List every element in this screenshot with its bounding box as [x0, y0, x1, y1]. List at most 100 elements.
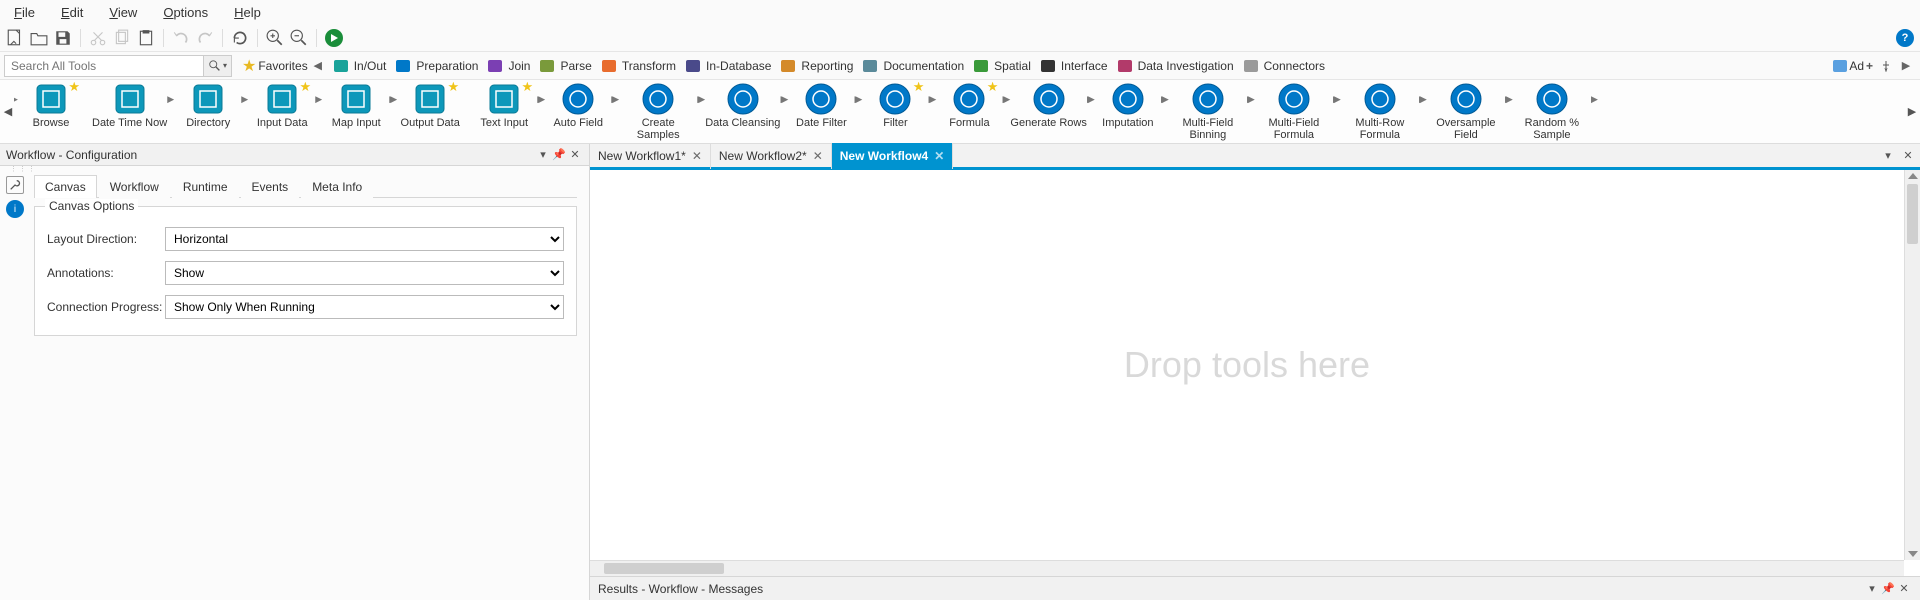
- category-connectors[interactable]: Connectors: [1244, 59, 1325, 73]
- menu-help[interactable]: Help: [234, 5, 261, 20]
- cat-next-icon[interactable]: ▶: [1899, 59, 1913, 72]
- results-close-icon[interactable]: ✕: [1896, 582, 1912, 595]
- horizontal-scrollbar[interactable]: [590, 560, 1904, 576]
- tool-multi-field-binning[interactable]: ▶▶Multi-Field Binning: [1165, 82, 1251, 141]
- category-transform[interactable]: Transform: [602, 59, 676, 73]
- search-button[interactable]: ▾: [204, 55, 232, 77]
- category-interface[interactable]: Interface: [1041, 59, 1108, 73]
- menu-view[interactable]: View: [109, 5, 137, 20]
- tool-create-samples[interactable]: ▶▶Create Samples: [615, 82, 701, 141]
- category-in-database[interactable]: In-Database: [686, 59, 771, 73]
- menu-options[interactable]: Options: [163, 5, 208, 20]
- save-icon[interactable]: [54, 29, 72, 47]
- document-tab-close-icon[interactable]: ✕: [813, 149, 823, 163]
- category-parse[interactable]: Parse: [540, 59, 591, 73]
- menu-bar: File Edit View Options Help: [0, 0, 1920, 24]
- document-tab-2[interactable]: New Workflow4✕: [832, 143, 954, 169]
- results-pin-icon[interactable]: 📌: [1880, 582, 1896, 595]
- tool-node-icon: [561, 82, 595, 116]
- config-tab-meta-info[interactable]: Meta Info: [301, 175, 373, 198]
- add-icon[interactable]: +: [1866, 59, 1878, 73]
- tool-directory[interactable]: ▶Directory: [171, 82, 245, 141]
- zoom-in-icon[interactable]: [266, 29, 284, 47]
- undo-icon[interactable]: [172, 29, 190, 47]
- tool-imputation[interactable]: ▶▶Imputation: [1091, 82, 1165, 141]
- tool-auto-field[interactable]: ▶▶Auto Field: [541, 82, 615, 141]
- document-tab-0[interactable]: New Workflow1*✕: [590, 143, 711, 169]
- document-tab-close-icon[interactable]: ✕: [934, 149, 944, 163]
- tool-label: Directory: [186, 117, 230, 129]
- tool-data-cleansing[interactable]: ▶▶Data Cleansing: [701, 82, 784, 141]
- input-anchor-icon: ▶: [1088, 94, 1095, 105]
- tool-date-time-now[interactable]: ▶Date Time Now: [88, 82, 171, 141]
- tool-generate-rows[interactable]: ▶▶Generate Rows: [1006, 82, 1090, 141]
- category-swatch: [863, 60, 877, 72]
- tool-filter[interactable]: ★▶▶Filter: [858, 82, 932, 141]
- palette-prev-icon[interactable]: ◀: [2, 105, 14, 118]
- tool-date-filter[interactable]: ▶▶Date Filter: [784, 82, 858, 141]
- copy-icon[interactable]: [113, 29, 131, 47]
- document-tab-1[interactable]: New Workflow2*✕: [711, 143, 832, 169]
- search-input[interactable]: [4, 55, 204, 77]
- layout-direction-select[interactable]: Horizontal: [165, 227, 564, 251]
- category-documentation[interactable]: Documentation: [863, 59, 964, 73]
- refresh-icon[interactable]: [231, 29, 249, 47]
- tool-map-input[interactable]: ▶Map Input: [319, 82, 393, 141]
- tabrow-dropdown-icon[interactable]: ▾: [1880, 149, 1896, 162]
- category-join[interactable]: Join: [488, 59, 530, 73]
- annotations-select[interactable]: Show: [165, 261, 564, 285]
- connection-progress-select[interactable]: Show Only When Running: [165, 295, 564, 319]
- results-panel-title: Results - Workflow - Messages: [598, 582, 763, 596]
- cut-icon[interactable]: [89, 29, 107, 47]
- results-dropdown-icon[interactable]: ▾: [1864, 582, 1880, 595]
- cat-prev-icon[interactable]: ◀: [311, 59, 325, 72]
- config-tab-events[interactable]: Events: [241, 175, 300, 198]
- favorites-star-icon: ★: [242, 56, 256, 76]
- document-tab-close-icon[interactable]: ✕: [692, 149, 702, 163]
- pin-icon[interactable]: [1880, 60, 1896, 72]
- tool-oversample-field[interactable]: ▶▶Oversample Field: [1423, 82, 1509, 141]
- tool-multi-row-formula[interactable]: ▶▶Multi-Row Formula: [1337, 82, 1423, 141]
- help-icon[interactable]: ?: [1896, 29, 1914, 47]
- new-icon[interactable]: [6, 29, 24, 47]
- wrench-icon[interactable]: [6, 176, 24, 194]
- palette-next-icon[interactable]: ▶: [1906, 105, 1918, 118]
- tool-node-icon: [1363, 82, 1397, 116]
- tool-random-sample[interactable]: ▶▶Random % Sample: [1509, 82, 1595, 141]
- info-icon[interactable]: i: [6, 200, 24, 218]
- paste-icon[interactable]: [137, 29, 155, 47]
- zoom-out-icon[interactable]: [290, 29, 308, 47]
- category-data-investigation[interactable]: Data Investigation: [1118, 59, 1234, 73]
- redo-icon[interactable]: [196, 29, 214, 47]
- add-category-label[interactable]: Ad: [1849, 59, 1864, 73]
- tool-node-icon: [191, 82, 225, 116]
- panel-pin-icon[interactable]: 📌: [551, 148, 567, 161]
- tabrow-close-icon[interactable]: ✕: [1900, 149, 1916, 162]
- favorite-star-icon: ★: [448, 82, 460, 95]
- category-reporting[interactable]: Reporting: [781, 59, 853, 73]
- tool-multi-field-formula[interactable]: ▶▶Multi-Field Formula: [1251, 82, 1337, 141]
- tool-browse[interactable]: ★▶Browse: [14, 82, 88, 141]
- config-tab-runtime[interactable]: Runtime: [172, 175, 239, 198]
- tool-text-input[interactable]: ★▶Text Input: [467, 82, 541, 141]
- vertical-scrollbar[interactable]: [1904, 170, 1920, 560]
- panel-close-icon[interactable]: ✕: [567, 148, 583, 161]
- category-preparation[interactable]: Preparation: [396, 59, 478, 73]
- config-tab-workflow[interactable]: Workflow: [99, 175, 170, 198]
- category-in-out[interactable]: In/Out: [334, 59, 387, 73]
- config-tab-canvas[interactable]: Canvas: [34, 175, 97, 198]
- tool-output-data[interactable]: ★▶Output Data: [393, 82, 467, 141]
- favorites-label[interactable]: Favorites: [258, 59, 307, 73]
- menu-file[interactable]: File: [14, 5, 35, 20]
- tool-node-icon: [339, 82, 373, 116]
- run-button[interactable]: [325, 29, 343, 47]
- open-icon[interactable]: [30, 29, 48, 47]
- category-spatial[interactable]: Spatial: [974, 59, 1031, 73]
- tool-input-data[interactable]: ★▶Input Data: [245, 82, 319, 141]
- canvas-drop-hint: Drop tools here: [1124, 344, 1370, 386]
- menu-edit[interactable]: Edit: [61, 5, 83, 20]
- panel-dropdown-icon[interactable]: ▾: [535, 148, 551, 161]
- input-anchor-icon: ▶: [390, 94, 397, 105]
- tool-formula[interactable]: ★▶▶Formula: [932, 82, 1006, 141]
- workflow-canvas[interactable]: Drop tools here: [590, 170, 1904, 560]
